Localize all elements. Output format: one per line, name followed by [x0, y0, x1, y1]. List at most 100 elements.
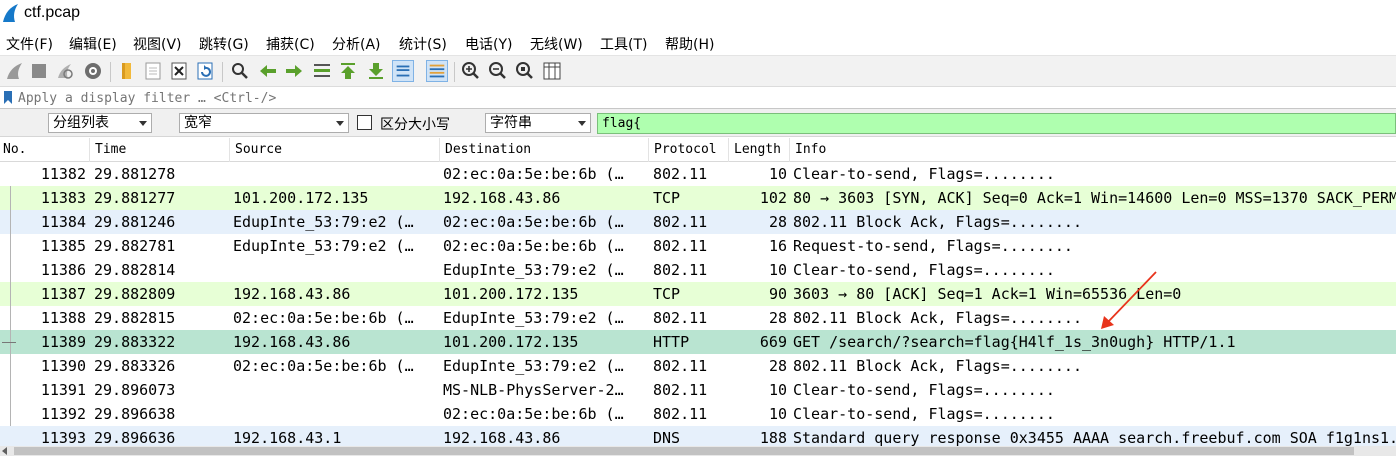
cell-destination: 192.168.43.86 [443, 189, 561, 207]
zoom-in-icon[interactable] [460, 60, 482, 82]
cell-protocol: 802.11 [653, 381, 708, 399]
case-sensitive-checkbox[interactable] [357, 115, 372, 130]
main-toolbar [0, 55, 1396, 87]
table-row[interactable]: 11388 29.882815 02:ec:0a:5e:be:6b (… EdupIn… [0, 306, 1396, 330]
cell-destination: 02:ec:0a:5e:be:6b (… [443, 237, 624, 255]
table-row[interactable]: 11390 29.883326 02:ec:0a:5e:be:6b (… EdupIn… [0, 354, 1396, 378]
column-header-no[interactable]: No. [3, 142, 26, 157]
table-row[interactable]: 11393 29.896636 192.168.43.1 192.168.43.86 D… [0, 426, 1396, 448]
go-forward-icon[interactable] [283, 60, 305, 82]
menu-capture[interactable]: 捕获(C) [266, 34, 315, 54]
cell-time: 29.896073 [94, 381, 176, 399]
cell-time: 29.896638 [94, 405, 176, 423]
display-filter-input[interactable] [18, 89, 1388, 107]
cell-time: 29.896636 [94, 429, 176, 447]
normal-size-icon[interactable] [514, 60, 536, 82]
cell-protocol: 802.11 [653, 261, 708, 279]
menu-go[interactable]: 跳转(G) [199, 34, 249, 54]
cell-length: 28 [768, 309, 787, 327]
table-row[interactable]: 11384 29.881246 EdupInte_53:79:e2 (… 02:ec:… [0, 210, 1396, 234]
cell-time: 29.882815 [94, 309, 176, 327]
search-string-input[interactable]: flag{ [597, 113, 1396, 134]
cell-protocol: 802.11 [653, 213, 708, 231]
first-packet-icon[interactable] [337, 60, 359, 82]
cell-info: 802.11 Block Ack, Flags=........ [793, 357, 1082, 375]
autoscroll-icon[interactable] [392, 60, 414, 82]
table-row[interactable]: 11385 29.882781 EdupInte_53:79:e2 (… 02:ec:… [0, 234, 1396, 258]
open-file-icon[interactable] [116, 60, 138, 82]
cell-info: Request-to-send, Flags=........ [793, 237, 1073, 255]
cell-destination: 02:ec:0a:5e:be:6b (… [443, 165, 624, 183]
restart-capture-icon[interactable] [54, 60, 76, 82]
menu-help[interactable]: 帮助(H) [665, 34, 714, 54]
cell-destination: 192.168.43.86 [443, 429, 561, 447]
horizontal-scrollbar[interactable] [0, 446, 1396, 456]
table-row[interactable]: 11392 29.896638 02:ec:0a:5e:be:6b (… 802.11… [0, 402, 1396, 426]
cell-destination: 02:ec:0a:5e:be:6b (… [443, 213, 624, 231]
cell-info: 802.11 Block Ack, Flags=........ [793, 309, 1082, 327]
column-header-source[interactable]: Source [235, 142, 282, 157]
scrollbar-thumb[interactable] [14, 447, 1354, 455]
table-row[interactable]: 11389 29.883322 192.168.43.86 101.200.172.1… [0, 330, 1396, 354]
menu-statistics[interactable]: 统计(S) [399, 34, 447, 54]
column-header-destination[interactable]: Destination [445, 142, 531, 157]
close-file-icon[interactable] [168, 60, 190, 82]
cell-source: EdupInte_53:79:e2 (… [233, 237, 414, 255]
save-file-icon[interactable] [142, 60, 164, 82]
table-row[interactable]: 11391 29.896073 MS-NLB-PhysServer-2… 802.11… [0, 378, 1396, 402]
search-type-select[interactable]: 字符串 [485, 113, 591, 133]
menu-wireless[interactable]: 无线(W) [530, 34, 583, 54]
search-type-value: 字符串 [490, 115, 532, 131]
menu-file[interactable]: 文件(F) [6, 34, 53, 54]
zoom-out-icon[interactable] [487, 60, 509, 82]
table-row[interactable]: 11383 29.881277 101.200.172.135 192.168.43.… [0, 186, 1396, 210]
stop-capture-icon[interactable] [28, 60, 50, 82]
table-row[interactable]: 11386 29.882814 EdupInte_53:79:e2 (… 802.11… [0, 258, 1396, 282]
column-header-info[interactable]: Info [795, 142, 826, 157]
cell-length: 10 [768, 405, 787, 423]
find-packet-icon[interactable] [229, 60, 251, 82]
go-back-icon[interactable] [257, 60, 279, 82]
packet-list-header: No. Time Source Destination Protocol Len… [0, 138, 1396, 162]
cell-destination: EdupInte_53:79:e2 (… [443, 309, 624, 327]
resize-columns-icon[interactable] [541, 60, 563, 82]
cell-protocol: TCP [653, 189, 681, 207]
start-capture-icon[interactable] [4, 60, 26, 82]
capture-options-icon[interactable] [82, 60, 104, 82]
cell-length: 102 [759, 189, 787, 207]
column-header-time[interactable]: Time [95, 142, 126, 157]
column-header-length[interactable]: Length [734, 142, 781, 157]
reload-file-icon[interactable] [194, 60, 216, 82]
filter-bookmark-icon[interactable] [3, 90, 13, 105]
cell-protocol: 802.11 [653, 165, 708, 183]
cell-source: 192.168.43.86 [233, 333, 351, 351]
table-row[interactable]: 11382 29.881278 02:ec:0a:5e:be:6b (… 802.11… [0, 162, 1396, 186]
cell-length: 669 [759, 333, 787, 351]
cell-info: Clear-to-send, Flags=........ [793, 165, 1055, 183]
cell-length: 188 [759, 429, 787, 447]
cell-time: 29.881278 [94, 165, 176, 183]
menu-analyze[interactable]: 分析(A) [332, 34, 381, 54]
menu-view[interactable]: 视图(V) [133, 34, 182, 54]
char-width-select[interactable]: 宽窄 [179, 113, 349, 133]
cell-protocol: 802.11 [653, 237, 708, 255]
column-header-protocol[interactable]: Protocol [654, 142, 717, 157]
menu-tools[interactable]: 工具(T) [600, 34, 647, 54]
scroll-left-icon[interactable] [2, 447, 7, 455]
table-row[interactable]: 11387 29.882809 192.168.43.86 101.200.172.1… [0, 282, 1396, 306]
last-packet-icon[interactable] [365, 60, 387, 82]
search-in-select[interactable]: 分组列表 [48, 113, 152, 133]
cell-time: 29.881277 [94, 189, 176, 207]
cell-source: 02:ec:0a:5e:be:6b (… [233, 357, 414, 375]
cell-protocol: HTTP [653, 333, 690, 351]
cell-info: Clear-to-send, Flags=........ [793, 261, 1055, 279]
cell-no: 11385 [40, 237, 86, 255]
cell-info: Standard query response 0x3455 AAAA sear… [793, 429, 1396, 447]
cell-no: 11392 [40, 405, 86, 423]
cell-no: 11384 [40, 213, 86, 231]
menu-telephony[interactable]: 电话(Y) [465, 34, 512, 54]
go-to-packet-icon[interactable] [311, 60, 333, 82]
cell-info: 802.11 Block Ack, Flags=........ [793, 213, 1082, 231]
colorize-icon[interactable] [426, 60, 448, 82]
menu-edit[interactable]: 编辑(E) [69, 34, 117, 54]
